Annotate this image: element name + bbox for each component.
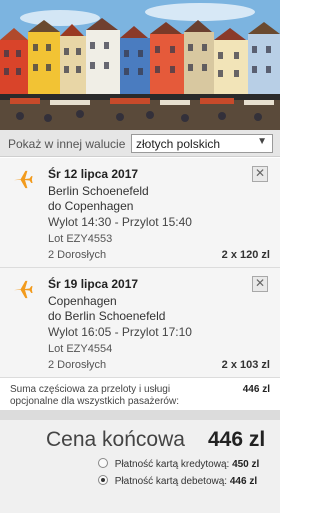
flight-number: Lot EZY4554 xyxy=(48,343,113,355)
radio-debit-card[interactable] xyxy=(98,475,108,485)
remove-flight-button[interactable]: ✕ xyxy=(252,276,268,292)
final-price-panel: Cena końcowa 446 zl Płatność kartą kredy… xyxy=(0,420,280,513)
flight-date: Śr 12 lipca 2017 xyxy=(48,167,139,181)
divider xyxy=(0,410,280,420)
payment-option-debit[interactable]: Płatność kartą debetową: 446 zl xyxy=(98,475,257,487)
currency-bar: Pokaż w innej walucie złotych polskich ▼ xyxy=(0,130,280,157)
subtotal-label: Suma częściowa za przeloty i usługi opcj… xyxy=(10,384,179,407)
flight-destination: do Berlin Schoenefeld xyxy=(48,309,166,323)
close-icon: ✕ xyxy=(254,166,266,180)
payment-option-credit[interactable]: Płatność kartą kredytową: 450 zl xyxy=(98,458,259,470)
subtotal-value: 446 zl xyxy=(242,384,270,395)
flight-origin: Berlin Schoenefeld xyxy=(48,184,149,198)
flight-date: Śr 19 lipca 2017 xyxy=(48,277,139,291)
flight-price: 2 x 120 zl xyxy=(221,249,270,261)
flight-origin: Copenhagen xyxy=(48,294,117,308)
subtotal-row: Suma częściowa za przeloty i usługi opcj… xyxy=(0,380,280,410)
final-price-label: Cena końcowa xyxy=(46,428,185,451)
flight-card-outbound: ✕ Śr 12 lipca 2017 Berlin Schoenefeld do… xyxy=(0,158,280,268)
flight-passengers: 2 Dorosłych xyxy=(48,359,107,371)
remove-flight-button[interactable]: ✕ xyxy=(252,166,268,182)
payment-option-label: Płatność kartą debetową: xyxy=(114,476,228,487)
flight-destination: do Copenhagen xyxy=(48,199,134,213)
chevron-down-icon: ▼ xyxy=(257,136,267,147)
payment-option-label: Płatność kartą kredytową: xyxy=(114,459,230,470)
payment-option-value: 450 zl xyxy=(232,459,260,470)
currency-label: Pokaż w innej walucie xyxy=(8,137,126,151)
airplane-icon xyxy=(13,280,33,299)
flight-number: Lot EZY4553 xyxy=(48,233,113,245)
flight-times: Wylot 16:05 - Przylot 17:10 xyxy=(48,325,192,339)
payment-option-value: 446 zl xyxy=(229,476,258,487)
currency-selected-value: złotych polskich xyxy=(136,137,221,151)
flight-card-return: ✕ Śr 19 lipca 2017 Copenhagen do Berlin … xyxy=(0,268,280,378)
airplane-icon xyxy=(13,170,33,189)
currency-select[interactable]: złotych polskich ▼ xyxy=(131,134,273,153)
close-icon: ✕ xyxy=(254,276,266,290)
final-price-value: 446 zl xyxy=(208,428,266,451)
radio-credit-card[interactable] xyxy=(98,458,108,468)
flight-price: 2 x 103 zl xyxy=(221,359,270,371)
flight-passengers: 2 Dorosłych xyxy=(48,249,107,261)
flight-times: Wylot 14:30 - Przylot 15:40 xyxy=(48,215,192,229)
destination-photo xyxy=(0,0,280,130)
